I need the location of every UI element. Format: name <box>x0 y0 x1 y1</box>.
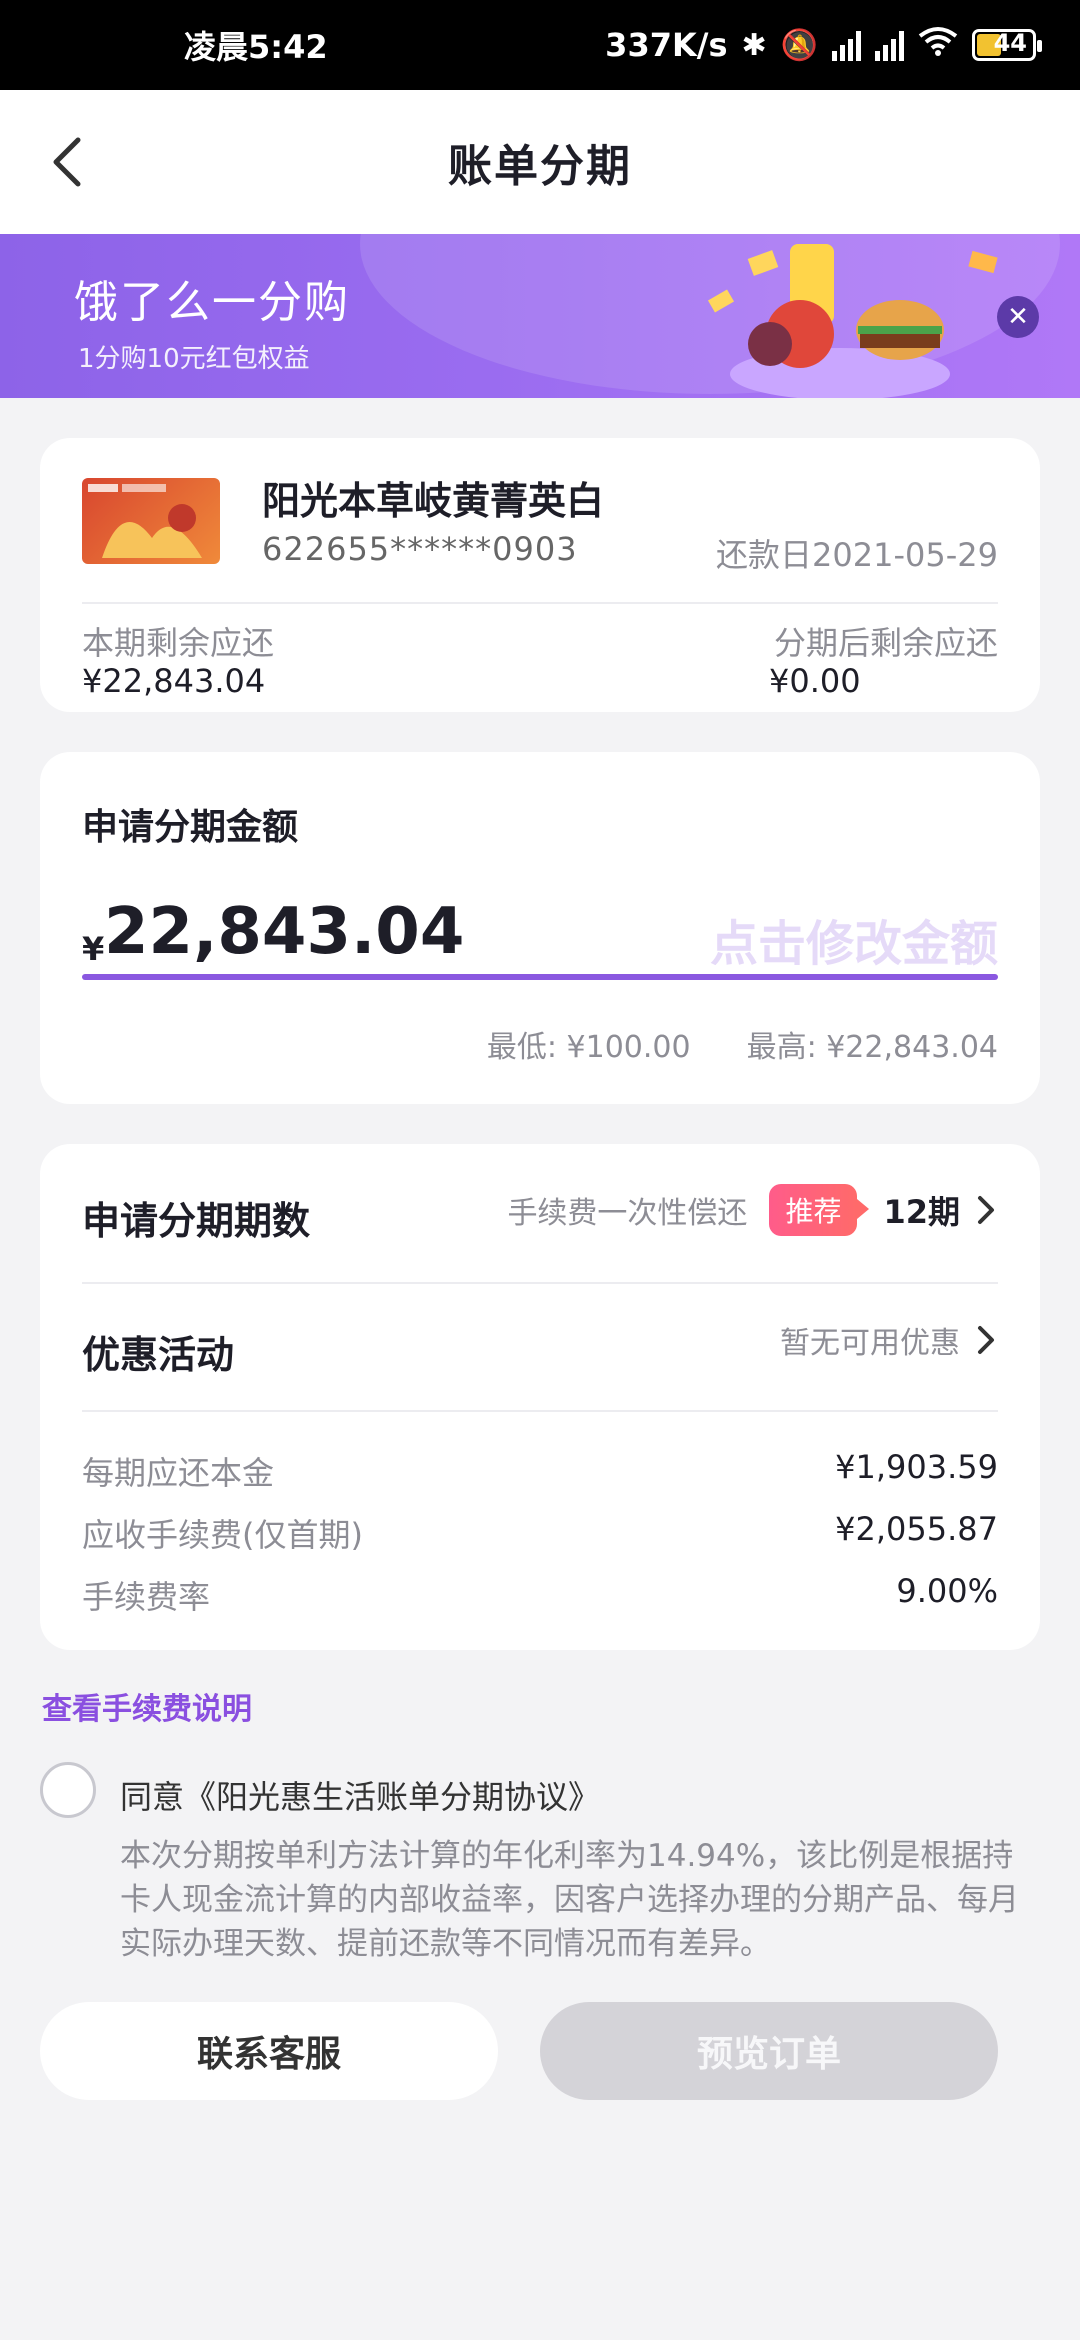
chevron-right-icon <box>978 1196 994 1224</box>
signal-icon-2 <box>875 29 904 61</box>
detail-row-rate: 手续费率 9.00% <box>82 1572 998 1618</box>
detail-key: 手续费率 <box>82 1578 211 1616</box>
promo-selector[interactable]: 暂无可用优惠 <box>780 1318 998 1362</box>
preview-order-button[interactable]: 预览订单 <box>540 2002 998 2100</box>
max-amount: 最高: ¥22,843.04 <box>746 1030 998 1065</box>
agreement-checkbox[interactable] <box>40 1762 96 1818</box>
battery-icon: 44 <box>972 29 1042 61</box>
page-title: 账单分期 <box>448 141 632 192</box>
banner-title: 饿了么一分购 <box>74 277 350 328</box>
fee-explanation-link[interactable]: 查看手续费说明 <box>42 1684 252 1728</box>
promo-banner[interactable]: 饿了么一分购 1分购10元红包权益 <box>0 234 1080 398</box>
edit-amount-hint[interactable]: 点击修改金额 <box>710 904 998 974</box>
detail-value: 9.00% <box>896 1572 998 1610</box>
mute-icon: 🔕 <box>780 27 818 63</box>
agreement-text[interactable]: 同意《阳光惠生活账单分期协议》 <box>120 1772 600 1818</box>
after-installment-label: 分期后剩余应还 <box>773 624 998 662</box>
fee-mode: 手续费一次性偿还 <box>507 1196 748 1231</box>
card-name: 阳光本草岐黄菁英白 <box>262 479 605 523</box>
chevron-right-icon <box>978 1326 994 1354</box>
wifi-icon <box>918 26 958 64</box>
agreement-description: 本次分期按单利方法计算的年化利率为14.94%，该比例是根据持卡人现金流计算的内… <box>120 1838 1019 1962</box>
signal-icon <box>832 29 861 61</box>
bluetooth-icon: ✱ <box>741 27 767 63</box>
periods-label: 申请分期期数 <box>82 1199 311 1243</box>
periods-selector[interactable]: 手续费一次性偿还 推荐 12期 <box>507 1184 998 1236</box>
contact-support-button[interactable]: 联系客服 <box>40 2002 498 2100</box>
promo-value: 暂无可用优惠 <box>780 1326 960 1361</box>
divider <box>82 602 998 604</box>
currency-symbol: ¥ <box>82 930 105 968</box>
banner-close-button[interactable]: ✕ <box>997 296 1039 338</box>
remaining-label: 本期剩余应还 <box>82 624 275 662</box>
installment-panel: 申请分期期数 手续费一次性偿还 推荐 12期 优惠活动 暂无可用优惠 每期应还本… <box>40 1144 1040 1650</box>
status-bar: 凌晨5:42 337K/s ✱ 🔕 44 <box>0 0 1080 90</box>
detail-value: ¥2,055.87 <box>835 1510 998 1548</box>
card-number: 622655******0903 <box>262 530 578 568</box>
promo-label: 优惠活动 <box>82 1333 235 1377</box>
status-time: 凌晨5:42 <box>184 28 328 66</box>
detail-key: 应收手续费(仅首期) <box>82 1516 363 1554</box>
card-info-panel: 阳光本草岐黄菁英白 622655******0903 还款日2021-05-29… <box>40 438 1040 712</box>
close-icon: ✕ <box>1007 302 1029 332</box>
banner-subtitle: 1分购10元红包权益 <box>78 344 310 374</box>
divider <box>82 1282 998 1284</box>
divider <box>82 1410 998 1412</box>
battery-level: 44 <box>993 29 1027 57</box>
amount-underline <box>82 974 998 980</box>
after-installment-value: ¥0.00 <box>769 662 861 700</box>
detail-value: ¥1,903.59 <box>835 1448 998 1486</box>
detail-row-fee: 应收手续费(仅首期) ¥2,055.87 <box>82 1510 998 1556</box>
net-speed: 337K/s <box>605 26 728 64</box>
food-illustration-icon <box>707 244 998 398</box>
repay-date: 还款日2021-05-29 <box>716 536 998 574</box>
amount-panel: 申请分期金额 ¥ 点击修改金额 最低: ¥100.00 最高: ¥22,843.… <box>40 752 1040 1104</box>
credit-card-image <box>82 478 220 564</box>
detail-key: 每期应还本金 <box>82 1454 275 1492</box>
amount-range: 最低: ¥100.00 最高: ¥22,843.04 <box>487 1022 998 1066</box>
amount-title: 申请分期金额 <box>82 807 299 848</box>
amount-input[interactable] <box>104 892 664 972</box>
status-icons: 337K/s ✱ 🔕 44 <box>605 26 1042 64</box>
back-button[interactable] <box>40 130 104 194</box>
recommend-badge: 推荐 <box>769 1184 870 1236</box>
detail-row-principal: 每期应还本金 ¥1,903.59 <box>82 1448 998 1494</box>
back-arrow-icon <box>53 137 81 187</box>
nav-bar: 账单分期 <box>0 90 1080 234</box>
periods-value: 12期 <box>883 1193 960 1231</box>
remaining-value: ¥22,843.04 <box>82 662 266 700</box>
min-amount: 最低: ¥100.00 <box>486 1030 691 1065</box>
